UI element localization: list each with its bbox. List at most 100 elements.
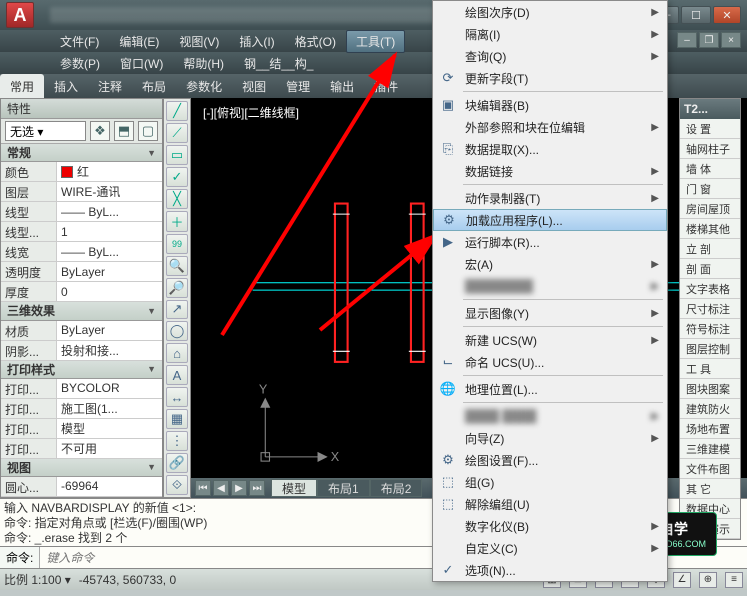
property-value[interactable]: 施工图(1... [57, 399, 162, 418]
menu-help[interactable]: 帮助(H) [173, 52, 234, 75]
mi-action-rec[interactable]: 动作录制器(T)▶ [433, 187, 667, 209]
otrack-icon[interactable]: ∠ [673, 572, 691, 588]
search-icon[interactable]: 🔍 [166, 256, 188, 276]
property-row[interactable]: 打印...BYCOLOR [1, 379, 162, 399]
tab-layout[interactable]: 布局 [132, 74, 176, 99]
menu-edit[interactable]: 编辑(E) [109, 30, 169, 53]
inspect-icon[interactable]: 🔎 [166, 278, 188, 298]
right-panel-item[interactable]: 剖 面 [680, 259, 740, 279]
right-panel-item[interactable]: 楼梯其他 [680, 219, 740, 239]
mi-ungroup[interactable]: ⬚解除编组(U) [433, 493, 667, 515]
right-panel-item[interactable]: 轴网柱子 [680, 139, 740, 159]
mi-macro[interactable]: 宏(A)▶ [433, 253, 667, 275]
right-panel-item[interactable]: 场地布置 [680, 419, 740, 439]
property-row[interactable]: 线型...1 [1, 222, 162, 242]
mi-tablet[interactable]: 数字化仪(B)▶ [433, 515, 667, 537]
sep-icon[interactable]: ⋮ [166, 431, 188, 451]
right-panel-item[interactable]: 设 置 [680, 119, 740, 139]
tab-manage[interactable]: 管理 [276, 74, 320, 99]
property-value[interactable]: ByLayer [57, 262, 162, 281]
property-row[interactable]: 图层WIRE-通讯 [1, 182, 162, 202]
close-button[interactable]: ✕ [713, 6, 741, 24]
menu-tools[interactable]: 工具(T) [346, 30, 405, 53]
property-value[interactable]: 投射和接... [57, 341, 162, 360]
door-icon[interactable]: ⌂ [166, 343, 188, 363]
property-row[interactable]: 打印...模型 [1, 419, 162, 439]
property-value[interactable]: 1 [57, 222, 162, 241]
mi-named-ucs[interactable]: ⌙命名 UCS(U)... [433, 351, 667, 373]
property-value[interactable]: 红 [57, 162, 162, 181]
pickadd-icon[interactable]: ⬒ [114, 121, 134, 141]
right-panel-item[interactable]: 图块图案 [680, 379, 740, 399]
mi-geo[interactable]: 🌐地理位置(L)... [433, 378, 667, 400]
property-row[interactable]: 线宽—— ByL... [1, 242, 162, 262]
right-panel-item[interactable]: 符号标注 [680, 319, 740, 339]
property-row[interactable]: 打印...施工图(1... [1, 399, 162, 419]
right-panel-item[interactable]: 房间屋顶 [680, 199, 740, 219]
right-panel-item[interactable]: 三维建模 [680, 439, 740, 459]
rect-icon[interactable]: ▭ [166, 145, 188, 165]
right-panel-item[interactable]: 建筑防火 [680, 399, 740, 419]
mi-blur1[interactable]: ████████▶ [433, 275, 667, 297]
status-scale[interactable]: 比例 1:100 ▾ [4, 571, 71, 588]
link-icon[interactable]: 🔗 [166, 453, 188, 473]
section-view[interactable]: 视图▼ [1, 459, 162, 477]
tab-common[interactable]: 常用 [0, 74, 44, 99]
section-general[interactable]: 常规▼ [1, 144, 162, 162]
right-panel-item[interactable]: 其 它 [680, 479, 740, 499]
tab-model[interactable]: 模型 [271, 479, 317, 497]
right-panel-item[interactable]: 工 具 [680, 359, 740, 379]
tab-layout2[interactable]: 布局2 [370, 479, 423, 497]
property-value[interactable]: —— ByL... [57, 202, 162, 221]
line-icon[interactable]: ╱ [166, 101, 188, 121]
menu-file[interactable]: 文件(F) [50, 30, 109, 53]
mi-load-app[interactable]: ⚙加载应用程序(L)... [433, 209, 667, 231]
property-value[interactable]: -69964 [57, 477, 162, 496]
property-row[interactable]: 阴影...投射和接... [1, 341, 162, 361]
tabnav-prev[interactable]: ◀ [213, 480, 229, 496]
menu-view[interactable]: 视图(V) [169, 30, 229, 53]
inner-close[interactable]: × [721, 32, 741, 48]
tab-param[interactable]: 参数化 [176, 74, 232, 99]
mi-group[interactable]: ⬚组(G) [433, 471, 667, 493]
tab-view[interactable]: 视图 [232, 74, 276, 99]
property-row[interactable]: 材质ByLayer [1, 321, 162, 341]
arrow-icon[interactable]: ↗ [166, 300, 188, 320]
app-logo[interactable]: A [6, 2, 34, 28]
maximize-button[interactable]: ☐ [681, 6, 711, 24]
tab-insert[interactable]: 插入 [44, 74, 88, 99]
right-panel-item[interactable]: 立 剖 [680, 239, 740, 259]
menu-window[interactable]: 窗口(W) [110, 52, 173, 75]
cross-icon[interactable]: ╳ [166, 189, 188, 209]
selection-combo[interactable]: 无选 ▾ [5, 121, 86, 141]
property-value[interactable]: WIRE-通讯 [57, 182, 162, 201]
mi-draft-settings[interactable]: ⚙绘图设置(F)... [433, 449, 667, 471]
property-row[interactable]: 透明度ByLayer [1, 262, 162, 282]
property-row[interactable]: 厚度0 [1, 282, 162, 302]
property-value[interactable]: —— ByL... [57, 242, 162, 261]
hatch-icon[interactable]: ▦ [166, 409, 188, 429]
mi-run-script[interactable]: ▶运行脚本(R)... [433, 231, 667, 253]
property-value[interactable]: 不可用 [57, 439, 162, 458]
mi-data-extract[interactable]: ⎘数据提取(X)... [433, 138, 667, 160]
property-row[interactable]: 线型—— ByL... [1, 202, 162, 222]
selectobjects-icon[interactable]: ▢ [138, 121, 158, 141]
right-panel-item[interactable]: 文件布图 [680, 459, 740, 479]
tab-layout1[interactable]: 布局1 [317, 479, 370, 497]
quickselect-icon[interactable]: ❖ [90, 121, 110, 141]
property-row[interactable]: 打印...不可用 [1, 439, 162, 459]
property-value[interactable]: 0 [57, 282, 162, 301]
right-panel-item[interactable]: 文字表格 [680, 279, 740, 299]
tag-icon[interactable]: ⟐ [166, 475, 188, 495]
inner-restore[interactable]: ❐ [699, 32, 719, 48]
check-icon[interactable]: ✓ [166, 167, 188, 187]
property-row[interactable]: 颜色红 [1, 162, 162, 182]
mi-inquiry[interactable]: 查询(Q)▶ [433, 45, 667, 67]
property-value[interactable]: 模型 [57, 419, 162, 438]
ninetynine-icon[interactable]: 99 [166, 234, 188, 254]
mi-block-editor[interactable]: ▣块编辑器(B) [433, 94, 667, 116]
tabnav-first[interactable]: ⏮ [195, 480, 211, 496]
mi-blur2[interactable]: ████ ████▶ [433, 405, 667, 427]
mi-isolate[interactable]: 隔离(I)▶ [433, 23, 667, 45]
mi-show-image[interactable]: 显示图像(Y)▶ [433, 302, 667, 324]
